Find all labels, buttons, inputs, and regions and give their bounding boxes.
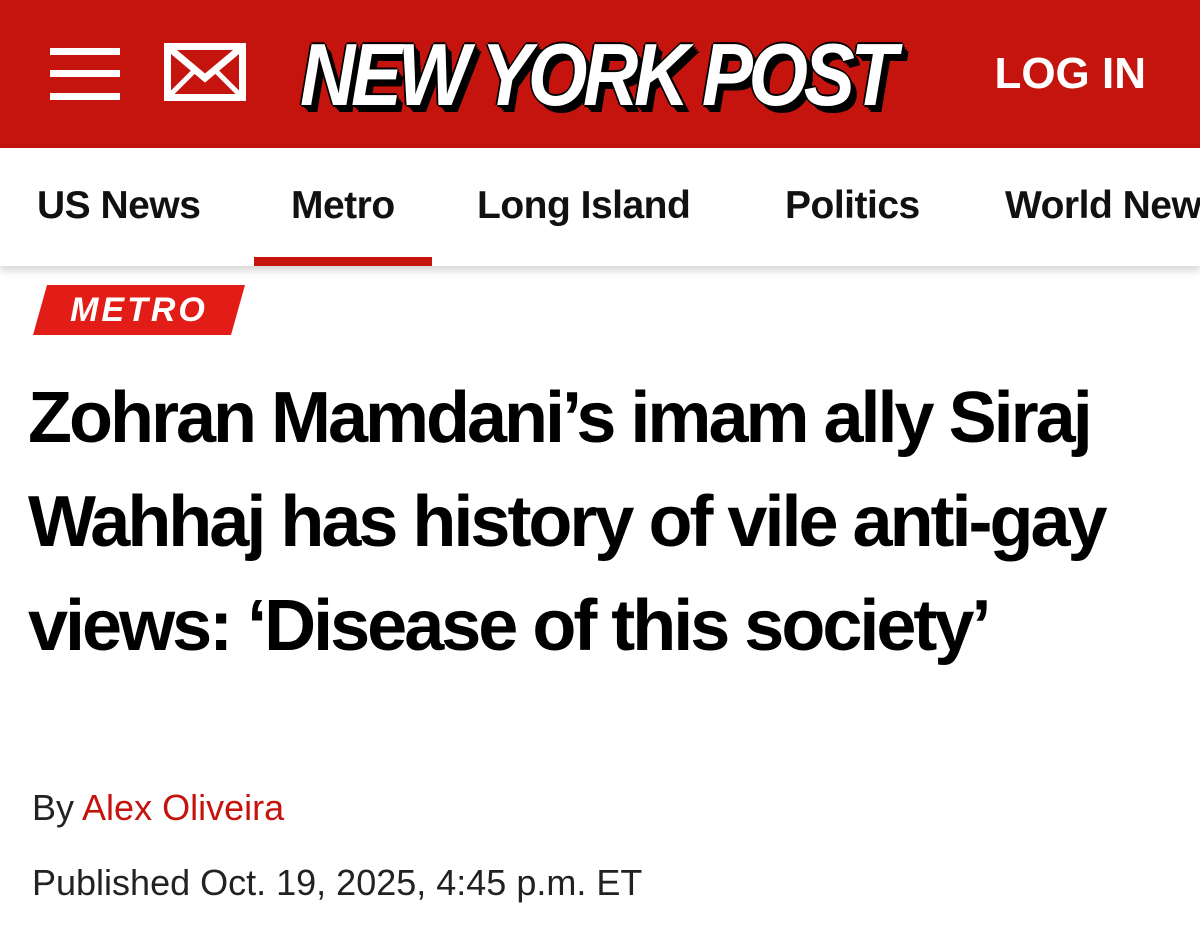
envelope-icon[interactable]: [164, 43, 246, 101]
site-header: NEW YORK POST LOG IN: [0, 0, 1200, 148]
nav-item-politics[interactable]: Politics: [785, 148, 920, 266]
nav-item-world-news[interactable]: World News: [1005, 148, 1200, 266]
byline: By Alex Oliveira: [32, 785, 284, 831]
login-button[interactable]: LOG IN: [994, 48, 1146, 100]
byline-prefix: By: [32, 787, 75, 828]
section-tag-label: METRO: [70, 291, 208, 329]
new-york-post-logo[interactable]: NEW YORK POST: [300, 25, 900, 125]
section-tag-metro[interactable]: METRO: [33, 285, 245, 335]
section-nav: US News Metro Long Island Politics World…: [0, 148, 1200, 266]
nav-item-us-news[interactable]: US News: [37, 148, 201, 266]
logo-wordmark: NEW YORK POST: [300, 25, 897, 124]
article-headline: Zohran Mamdani’s imam ally Siraj Wahhaj …: [28, 378, 1108, 666]
nav-item-long-island[interactable]: Long Island: [477, 148, 691, 266]
nav-item-metro[interactable]: Metro: [254, 148, 432, 266]
published-timestamp: Published Oct. 19, 2025, 4:45 p.m. ET: [32, 862, 643, 903]
author-link[interactable]: Alex Oliveira: [82, 787, 284, 828]
hamburger-menu-icon[interactable]: [50, 48, 120, 100]
